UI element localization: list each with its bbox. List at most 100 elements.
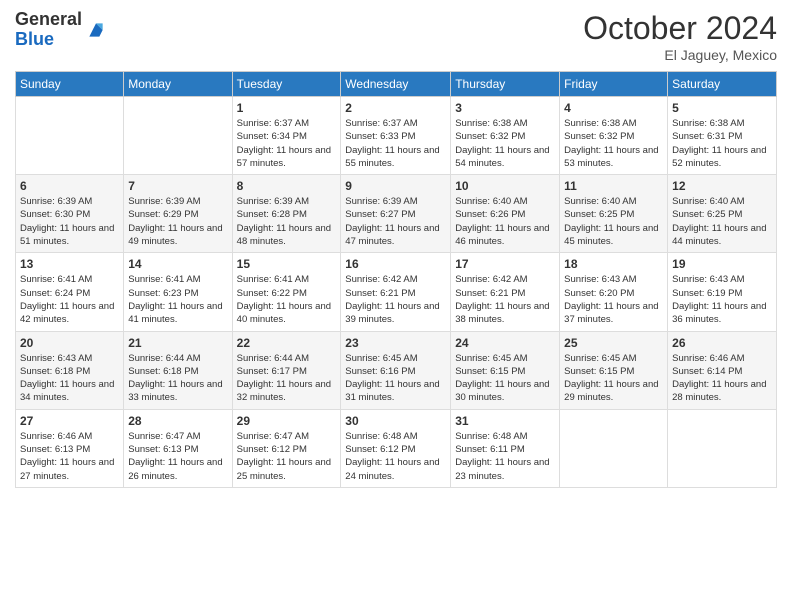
calendar-week-row: 13 Sunrise: 6:41 AMSunset: 6:24 PMDaylig…: [16, 253, 777, 331]
day-number: 5: [672, 101, 772, 115]
calendar-cell: 24 Sunrise: 6:45 AMSunset: 6:15 PMDaylig…: [451, 331, 560, 409]
calendar-week-row: 27 Sunrise: 6:46 AMSunset: 6:13 PMDaylig…: [16, 409, 777, 487]
calendar-cell: 11 Sunrise: 6:40 AMSunset: 6:25 PMDaylig…: [560, 175, 668, 253]
calendar-cell: 28 Sunrise: 6:47 AMSunset: 6:13 PMDaylig…: [124, 409, 232, 487]
calendar-cell: [16, 97, 124, 175]
calendar-cell: [124, 97, 232, 175]
calendar-header: Sunday Monday Tuesday Wednesday Thursday…: [16, 72, 777, 97]
col-saturday: Saturday: [668, 72, 777, 97]
month-title: October 2024: [583, 10, 777, 47]
calendar-cell: 10 Sunrise: 6:40 AMSunset: 6:26 PMDaylig…: [451, 175, 560, 253]
day-info: Sunrise: 6:40 AMSunset: 6:26 PMDaylight:…: [455, 196, 549, 247]
day-number: 2: [345, 101, 446, 115]
day-number: 15: [237, 257, 337, 271]
day-number: 12: [672, 179, 772, 193]
day-info: Sunrise: 6:47 AMSunset: 6:13 PMDaylight:…: [128, 431, 222, 482]
calendar-cell: 25 Sunrise: 6:45 AMSunset: 6:15 PMDaylig…: [560, 331, 668, 409]
day-info: Sunrise: 6:44 AMSunset: 6:18 PMDaylight:…: [128, 353, 222, 404]
day-info: Sunrise: 6:38 AMSunset: 6:31 PMDaylight:…: [672, 118, 766, 169]
calendar-cell: 15 Sunrise: 6:41 AMSunset: 6:22 PMDaylig…: [232, 253, 341, 331]
calendar-cell: 18 Sunrise: 6:43 AMSunset: 6:20 PMDaylig…: [560, 253, 668, 331]
calendar-cell: 30 Sunrise: 6:48 AMSunset: 6:12 PMDaylig…: [341, 409, 451, 487]
calendar-cell: 9 Sunrise: 6:39 AMSunset: 6:27 PMDayligh…: [341, 175, 451, 253]
calendar-cell: 23 Sunrise: 6:45 AMSunset: 6:16 PMDaylig…: [341, 331, 451, 409]
day-info: Sunrise: 6:44 AMSunset: 6:17 PMDaylight:…: [237, 353, 331, 404]
calendar-cell: 3 Sunrise: 6:38 AMSunset: 6:32 PMDayligh…: [451, 97, 560, 175]
calendar-week-row: 1 Sunrise: 6:37 AMSunset: 6:34 PMDayligh…: [16, 97, 777, 175]
day-number: 18: [564, 257, 663, 271]
day-info: Sunrise: 6:38 AMSunset: 6:32 PMDaylight:…: [455, 118, 549, 169]
day-number: 4: [564, 101, 663, 115]
day-number: 21: [128, 336, 227, 350]
calendar-cell: 20 Sunrise: 6:43 AMSunset: 6:18 PMDaylig…: [16, 331, 124, 409]
calendar-week-row: 20 Sunrise: 6:43 AMSunset: 6:18 PMDaylig…: [16, 331, 777, 409]
logo-text: General Blue: [15, 10, 82, 50]
day-info: Sunrise: 6:48 AMSunset: 6:11 PMDaylight:…: [455, 431, 549, 482]
day-info: Sunrise: 6:41 AMSunset: 6:23 PMDaylight:…: [128, 274, 222, 325]
day-info: Sunrise: 6:39 AMSunset: 6:27 PMDaylight:…: [345, 196, 439, 247]
day-info: Sunrise: 6:38 AMSunset: 6:32 PMDaylight:…: [564, 118, 658, 169]
page: General Blue October 2024 El Jaguey, Mex…: [0, 0, 792, 612]
day-number: 6: [20, 179, 119, 193]
col-monday: Monday: [124, 72, 232, 97]
day-number: 19: [672, 257, 772, 271]
title-section: October 2024 El Jaguey, Mexico: [583, 10, 777, 63]
day-number: 8: [237, 179, 337, 193]
day-number: 29: [237, 414, 337, 428]
day-info: Sunrise: 6:42 AMSunset: 6:21 PMDaylight:…: [345, 274, 439, 325]
location: El Jaguey, Mexico: [583, 47, 777, 63]
calendar-cell: 7 Sunrise: 6:39 AMSunset: 6:29 PMDayligh…: [124, 175, 232, 253]
calendar-cell: 1 Sunrise: 6:37 AMSunset: 6:34 PMDayligh…: [232, 97, 341, 175]
day-info: Sunrise: 6:37 AMSunset: 6:34 PMDaylight:…: [237, 118, 331, 169]
day-info: Sunrise: 6:39 AMSunset: 6:28 PMDaylight:…: [237, 196, 331, 247]
day-number: 30: [345, 414, 446, 428]
day-number: 14: [128, 257, 227, 271]
day-number: 28: [128, 414, 227, 428]
day-info: Sunrise: 6:39 AMSunset: 6:30 PMDaylight:…: [20, 196, 114, 247]
calendar-cell: 14 Sunrise: 6:41 AMSunset: 6:23 PMDaylig…: [124, 253, 232, 331]
logo: General Blue: [15, 10, 106, 50]
calendar-cell: 19 Sunrise: 6:43 AMSunset: 6:19 PMDaylig…: [668, 253, 777, 331]
header: General Blue October 2024 El Jaguey, Mex…: [15, 10, 777, 63]
calendar-cell: 6 Sunrise: 6:39 AMSunset: 6:30 PMDayligh…: [16, 175, 124, 253]
day-info: Sunrise: 6:41 AMSunset: 6:24 PMDaylight:…: [20, 274, 114, 325]
calendar-cell: 17 Sunrise: 6:42 AMSunset: 6:21 PMDaylig…: [451, 253, 560, 331]
day-info: Sunrise: 6:48 AMSunset: 6:12 PMDaylight:…: [345, 431, 439, 482]
calendar-cell: 12 Sunrise: 6:40 AMSunset: 6:25 PMDaylig…: [668, 175, 777, 253]
day-number: 11: [564, 179, 663, 193]
day-info: Sunrise: 6:45 AMSunset: 6:16 PMDaylight:…: [345, 353, 439, 404]
logo-general: General: [15, 10, 82, 30]
calendar-cell: 8 Sunrise: 6:39 AMSunset: 6:28 PMDayligh…: [232, 175, 341, 253]
day-info: Sunrise: 6:46 AMSunset: 6:14 PMDaylight:…: [672, 353, 766, 404]
day-info: Sunrise: 6:43 AMSunset: 6:18 PMDaylight:…: [20, 353, 114, 404]
col-sunday: Sunday: [16, 72, 124, 97]
calendar-cell: 29 Sunrise: 6:47 AMSunset: 6:12 PMDaylig…: [232, 409, 341, 487]
day-info: Sunrise: 6:45 AMSunset: 6:15 PMDaylight:…: [455, 353, 549, 404]
day-info: Sunrise: 6:42 AMSunset: 6:21 PMDaylight:…: [455, 274, 549, 325]
col-tuesday: Tuesday: [232, 72, 341, 97]
day-number: 31: [455, 414, 555, 428]
calendar-cell: [668, 409, 777, 487]
day-info: Sunrise: 6:45 AMSunset: 6:15 PMDaylight:…: [564, 353, 658, 404]
day-number: 24: [455, 336, 555, 350]
calendar-cell: 22 Sunrise: 6:44 AMSunset: 6:17 PMDaylig…: [232, 331, 341, 409]
day-info: Sunrise: 6:37 AMSunset: 6:33 PMDaylight:…: [345, 118, 439, 169]
day-number: 20: [20, 336, 119, 350]
col-wednesday: Wednesday: [341, 72, 451, 97]
day-number: 23: [345, 336, 446, 350]
day-number: 25: [564, 336, 663, 350]
day-info: Sunrise: 6:40 AMSunset: 6:25 PMDaylight:…: [672, 196, 766, 247]
col-friday: Friday: [560, 72, 668, 97]
day-info: Sunrise: 6:41 AMSunset: 6:22 PMDaylight:…: [237, 274, 331, 325]
logo-blue: Blue: [15, 30, 82, 50]
day-number: 22: [237, 336, 337, 350]
calendar-cell: 13 Sunrise: 6:41 AMSunset: 6:24 PMDaylig…: [16, 253, 124, 331]
day-info: Sunrise: 6:40 AMSunset: 6:25 PMDaylight:…: [564, 196, 658, 247]
calendar-cell: 16 Sunrise: 6:42 AMSunset: 6:21 PMDaylig…: [341, 253, 451, 331]
day-number: 7: [128, 179, 227, 193]
day-number: 27: [20, 414, 119, 428]
logo-icon: [86, 20, 106, 40]
day-info: Sunrise: 6:43 AMSunset: 6:20 PMDaylight:…: [564, 274, 658, 325]
calendar-cell: 26 Sunrise: 6:46 AMSunset: 6:14 PMDaylig…: [668, 331, 777, 409]
calendar-cell: 27 Sunrise: 6:46 AMSunset: 6:13 PMDaylig…: [16, 409, 124, 487]
